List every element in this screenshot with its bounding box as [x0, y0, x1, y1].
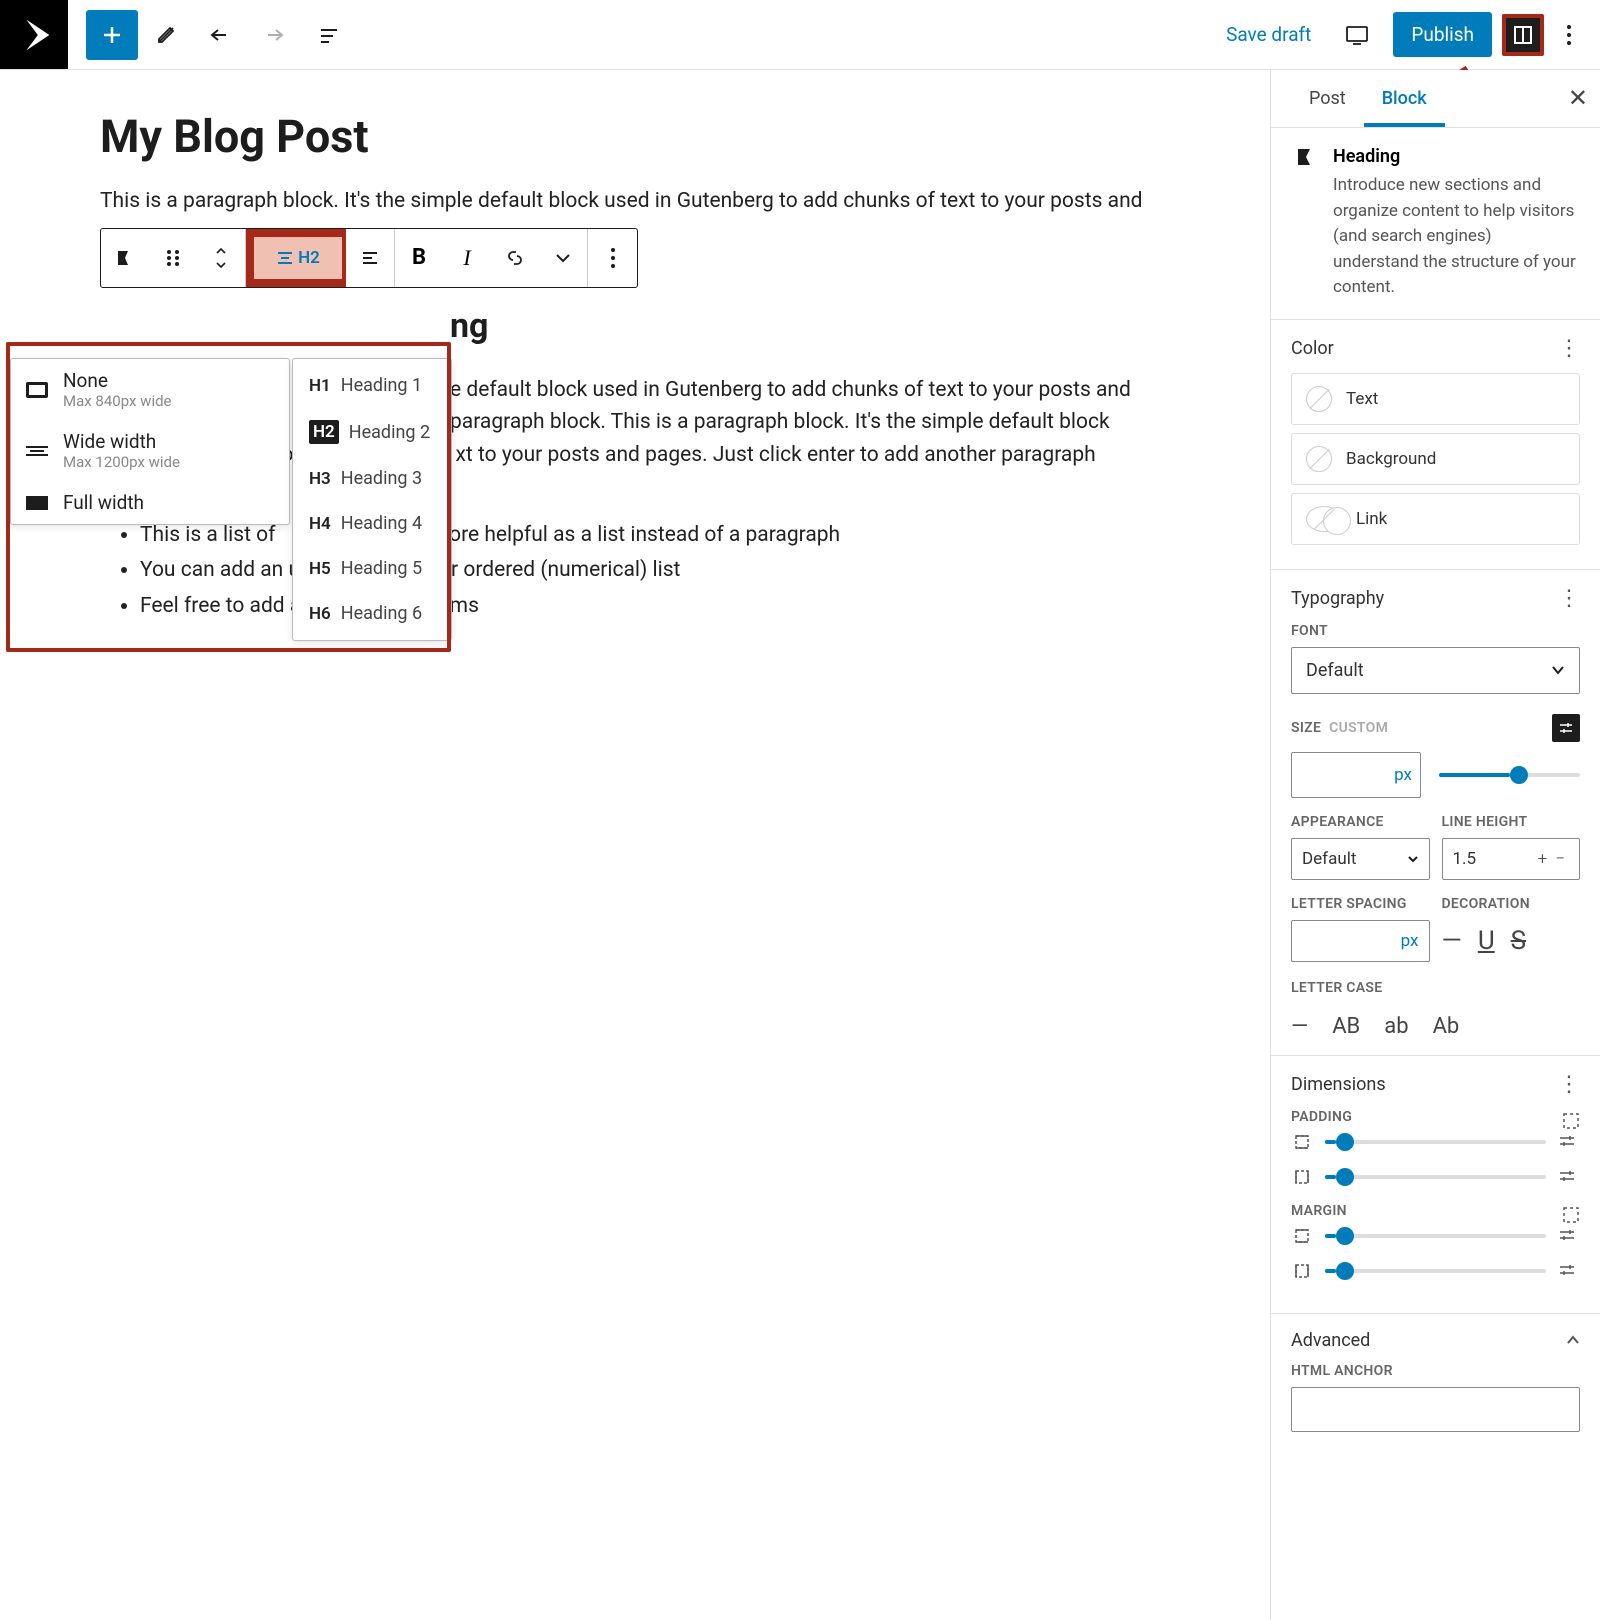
padding-horizontal-slider[interactable] [1325, 1175, 1546, 1179]
block-type-description: Introduce new sections and organize cont… [1333, 173, 1576, 301]
letter-spacing-input[interactable]: px [1291, 920, 1430, 962]
align-button[interactable]: H2 [250, 233, 342, 283]
size-slider[interactable] [1439, 773, 1580, 777]
preview-button[interactable] [1331, 10, 1383, 60]
decoration-none-button[interactable]: — [1442, 926, 1462, 956]
text-color-button[interactable]: Text [1291, 373, 1580, 425]
block-type-icon[interactable] [101, 229, 149, 287]
unlink-sides-icon[interactable] [1562, 1112, 1580, 1130]
sliders-icon[interactable] [1558, 1133, 1580, 1152]
case-upper-button[interactable]: AB [1332, 1014, 1360, 1039]
padding-label: PADDING [1291, 1109, 1352, 1125]
block-options-button[interactable] [589, 229, 637, 287]
margin-horizontal-slider[interactable] [1325, 1269, 1546, 1273]
sliders-icon[interactable] [1558, 1168, 1580, 1187]
size-toggle-button[interactable] [1552, 714, 1580, 742]
settings-panel-toggle[interactable] [1502, 14, 1544, 56]
margin-vertical-icon [1291, 1228, 1313, 1244]
save-draft-link[interactable]: Save draft [1216, 17, 1321, 52]
heading-block-icon [1295, 146, 1317, 168]
decoration-label: DECORATION [1442, 896, 1581, 912]
padding-horizontal-icon [1291, 1169, 1313, 1185]
undo-button[interactable] [194, 10, 246, 60]
padding-vertical-icon [1291, 1134, 1313, 1150]
size-input[interactable]: px [1291, 752, 1421, 798]
redo-button[interactable] [248, 10, 300, 60]
publish-button[interactable]: Publish [1393, 12, 1492, 57]
size-label: SIZE [1291, 720, 1321, 736]
line-height-stepper[interactable]: 1.5+− [1442, 838, 1581, 880]
drag-handle-icon[interactable] [149, 229, 197, 287]
typography-options-icon[interactable]: ⋮ [1558, 586, 1580, 611]
post-title[interactable]: My Blog Post [100, 110, 1210, 163]
case-lower-button[interactable]: ab [1384, 1014, 1408, 1039]
decoration-strike-button[interactable]: S [1511, 926, 1526, 956]
text-align-button[interactable] [346, 229, 394, 287]
bold-button[interactable]: B [395, 229, 443, 287]
color-section-title: Color [1291, 338, 1334, 359]
tab-post[interactable]: Post [1291, 70, 1364, 127]
block-toolbar: H2 B I [100, 228, 638, 288]
letter-case-label: LETTER CASE [1291, 980, 1580, 996]
advanced-section-title[interactable]: Advanced [1291, 1330, 1370, 1351]
letter-spacing-label: LETTER SPACING [1291, 896, 1430, 912]
typography-section-title: Typography [1291, 588, 1384, 609]
more-format-button[interactable] [539, 229, 587, 287]
close-sidebar-button[interactable] [1568, 84, 1588, 112]
italic-button[interactable]: I [443, 229, 491, 287]
add-block-button[interactable] [86, 10, 138, 60]
edit-tool-button[interactable] [140, 10, 192, 60]
dimensions-section-title: Dimensions [1291, 1074, 1386, 1095]
appearance-select[interactable]: Default [1291, 838, 1430, 880]
color-options-icon[interactable]: ⋮ [1558, 336, 1580, 361]
background-color-button[interactable]: Background [1291, 433, 1580, 485]
margin-vertical-slider[interactable] [1325, 1234, 1546, 1238]
heading-block[interactable]: ng [100, 306, 1210, 346]
move-arrows-icon[interactable] [197, 229, 245, 287]
custom-label: CUSTOM [1329, 720, 1388, 736]
padding-vertical-slider[interactable] [1325, 1140, 1546, 1144]
sliders-icon[interactable] [1558, 1262, 1580, 1281]
block-type-title: Heading [1333, 146, 1576, 167]
html-anchor-input[interactable] [1291, 1387, 1580, 1432]
dimensions-options-icon[interactable]: ⋮ [1558, 1072, 1580, 1097]
chevron-up-icon[interactable] [1566, 1335, 1580, 1345]
chevron-down-icon [1551, 665, 1565, 675]
html-anchor-label: HTML ANCHOR [1291, 1363, 1580, 1379]
font-select[interactable]: Default [1291, 647, 1580, 694]
unlink-sides-icon[interactable] [1562, 1206, 1580, 1224]
paragraph-block[interactable]: This is a paragraph block. It's the simp… [100, 185, 1210, 218]
decoration-underline-button[interactable]: U [1478, 926, 1495, 956]
case-title-button[interactable]: Ab [1433, 1014, 1460, 1039]
font-label: FONT [1291, 623, 1580, 639]
annotation-highlight [6, 342, 451, 652]
case-none-button[interactable]: — [1291, 1014, 1308, 1039]
link-button[interactable] [491, 229, 539, 287]
line-height-label: LINE HEIGHT [1442, 814, 1581, 830]
link-color-button[interactable]: Link [1291, 493, 1580, 545]
options-button[interactable] [1554, 10, 1584, 60]
margin-horizontal-icon [1291, 1263, 1313, 1279]
document-overview-button[interactable] [302, 10, 354, 60]
tab-block[interactable]: Block [1364, 70, 1445, 127]
appearance-label: APPEARANCE [1291, 814, 1430, 830]
sliders-icon[interactable] [1558, 1227, 1580, 1246]
margin-label: MARGIN [1291, 1203, 1347, 1219]
